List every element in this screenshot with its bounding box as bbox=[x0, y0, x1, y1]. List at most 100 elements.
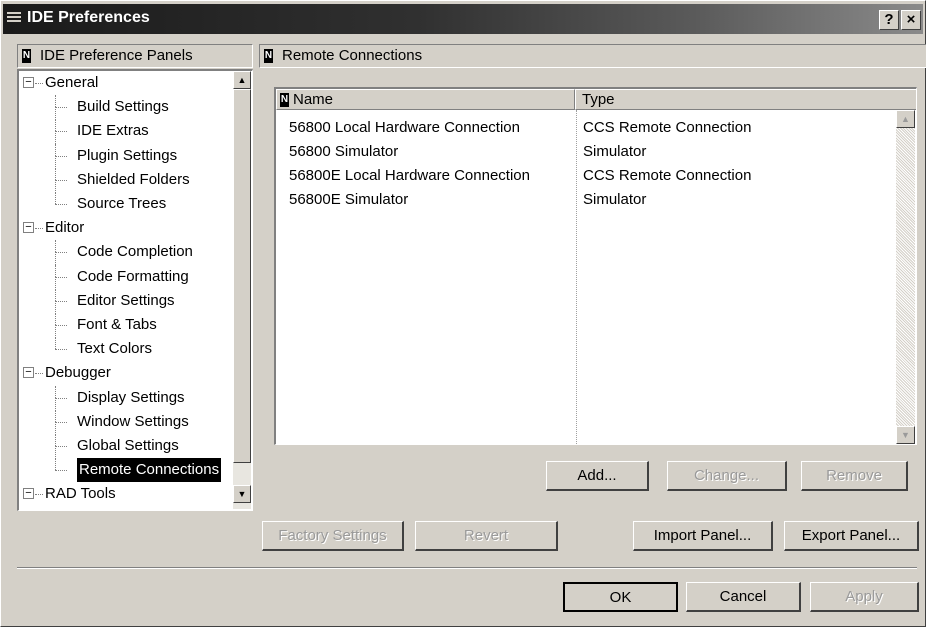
scroll-up-arrow-icon[interactable]: ▲ bbox=[233, 71, 251, 89]
tree-connector bbox=[55, 313, 56, 325]
tree-connector bbox=[55, 349, 67, 351]
preference-panels-header: N IDE Preference Panels bbox=[17, 44, 253, 68]
tree-item-label: Display Settings bbox=[77, 388, 185, 406]
tree-item-label: Font & Tabs bbox=[77, 316, 157, 333]
footer-divider bbox=[17, 567, 917, 569]
apply-button[interactable]: Apply bbox=[810, 582, 919, 612]
tree-connector bbox=[55, 119, 56, 132]
tree-item-code-completion[interactable]: Code Completion bbox=[19, 240, 249, 266]
remote-connections-list[interactable]: N Name Type 56800 Local Hardware Connect… bbox=[274, 87, 917, 445]
preference-panels-tree[interactable]: − RAD Tools Remote Connections Global Setti… bbox=[17, 69, 253, 511]
tree-item-label: General bbox=[45, 74, 99, 91]
tree-scroll-thumb[interactable] bbox=[233, 89, 251, 463]
tree-item-label: Window Settings bbox=[77, 412, 189, 430]
tree-item-label: Remote Connections bbox=[77, 458, 222, 483]
list-scrollbar[interactable]: ▲ ▼ bbox=[896, 110, 915, 444]
change-button[interactable]: Change... bbox=[667, 461, 787, 491]
tree-connector bbox=[55, 409, 56, 422]
cancel-button[interactable]: Cancel bbox=[686, 582, 801, 612]
revert-button[interactable]: Revert bbox=[415, 521, 558, 551]
tree-item-label: Editor Settings bbox=[77, 291, 175, 309]
collapse-toggle-icon[interactable]: − bbox=[23, 367, 34, 379]
tree-connector bbox=[55, 107, 67, 109]
tree-item-build-settings[interactable]: Build Settings bbox=[19, 95, 249, 121]
tree-connector bbox=[55, 421, 67, 423]
tree-item-label: Plugin Settings bbox=[77, 146, 178, 164]
tree-item-shielded-folders[interactable]: Shielded Folders bbox=[19, 167, 249, 193]
tree-connector bbox=[55, 288, 56, 301]
list-scroll-up-arrow-icon[interactable]: ▲ bbox=[896, 110, 915, 128]
tree-connector bbox=[55, 434, 56, 446]
tree-item-window-settings[interactable]: Window Settings bbox=[19, 409, 249, 435]
connection-name-cell[interactable]: 56800E Local Hardware Connection bbox=[289, 167, 530, 184]
tree-item-global-settings[interactable]: Global Settings bbox=[19, 434, 249, 459]
tree-connector bbox=[35, 228, 43, 230]
tree-item-label: RAD Tools bbox=[45, 485, 116, 503]
tree-item-label: Build Settings bbox=[77, 98, 169, 116]
tree-scrollbar[interactable]: ▲ ▼ bbox=[233, 71, 251, 509]
tree-connector bbox=[55, 325, 56, 338]
panel-marker-icon: N bbox=[264, 49, 273, 63]
tree-item-label: Code Completion bbox=[77, 243, 193, 261]
tree-connector bbox=[55, 179, 67, 181]
export-panel-button[interactable]: Export Panel... bbox=[784, 521, 919, 551]
tree-item-text-colors[interactable]: Text Colors bbox=[19, 337, 249, 361]
collapse-toggle-icon[interactable]: − bbox=[23, 488, 34, 500]
connection-name-cell[interactable]: 56800E Simulator bbox=[289, 191, 408, 208]
tree-connector bbox=[55, 300, 56, 314]
tree-connector bbox=[55, 446, 67, 447]
connection-type-cell[interactable]: Simulator bbox=[583, 143, 646, 160]
tree-connector bbox=[55, 325, 67, 326]
tree-connector bbox=[55, 167, 56, 180]
title-bar[interactable]: IDE Preferences ? × bbox=[3, 4, 923, 34]
import-panel-button[interactable]: Import Panel... bbox=[633, 521, 773, 551]
tree-connector bbox=[35, 373, 43, 375]
add-button[interactable]: Add... bbox=[546, 461, 649, 491]
tree-connector bbox=[55, 131, 56, 145]
tree-item-editor-settings[interactable]: Editor Settings bbox=[19, 288, 249, 314]
tree-connector bbox=[55, 95, 56, 108]
column-header-name-label: Name bbox=[293, 91, 334, 108]
tree-connector bbox=[55, 385, 56, 398]
list-scroll-down-arrow-icon[interactable]: ▼ bbox=[896, 426, 915, 444]
tree-connector bbox=[55, 252, 56, 266]
tree-item-remote-connections[interactable]: Remote Connections bbox=[19, 458, 249, 483]
window-title: IDE Preferences bbox=[27, 9, 150, 26]
column-header-type[interactable]: Type bbox=[575, 89, 916, 110]
tree-connector bbox=[55, 107, 56, 121]
tree-connector bbox=[55, 252, 67, 254]
connection-type-cell[interactable]: CCS Remote Connection bbox=[583, 167, 751, 184]
ok-button[interactable]: OK bbox=[563, 582, 678, 612]
tree-connector bbox=[35, 83, 43, 84]
column-header-name[interactable]: N Name bbox=[276, 89, 575, 110]
scroll-down-arrow-icon[interactable]: ▼ bbox=[233, 485, 251, 503]
tree-item-font-tabs[interactable]: Font & Tabs bbox=[19, 313, 249, 338]
tree-connector bbox=[55, 337, 56, 350]
tree-item-label: Text Colors bbox=[77, 340, 153, 358]
connection-name-cell[interactable]: 56800 Simulator bbox=[289, 143, 398, 160]
window-menu-icon[interactable] bbox=[7, 12, 21, 26]
tree-connector bbox=[55, 179, 56, 193]
tree-connector bbox=[55, 300, 67, 302]
tree-item-ide-extras[interactable]: IDE Extras bbox=[19, 119, 249, 145]
help-button[interactable]: ? bbox=[879, 10, 899, 30]
tree-item-plugin-settings[interactable]: Plugin Settings bbox=[19, 143, 249, 169]
tree-connector bbox=[35, 494, 43, 496]
collapse-toggle-icon[interactable]: − bbox=[23, 222, 34, 234]
factory-settings-button[interactable]: Factory Settings bbox=[262, 521, 404, 551]
tree-item-code-formatting[interactable]: Code Formatting bbox=[19, 264, 249, 290]
close-button[interactable]: × bbox=[901, 10, 921, 30]
tree-connector bbox=[55, 155, 56, 169]
connection-type-cell[interactable]: Simulator bbox=[583, 191, 646, 208]
remote-connections-header: N Remote Connections bbox=[259, 44, 926, 68]
tree-item-display-settings[interactable]: Display Settings bbox=[19, 385, 249, 411]
preference-panels-header-label: IDE Preference Panels bbox=[40, 47, 193, 64]
tree-item-source-trees[interactable]: Source Trees bbox=[19, 192, 249, 216]
remove-button[interactable]: Remove bbox=[801, 461, 908, 491]
tree-connector bbox=[55, 276, 67, 278]
tree-connector bbox=[55, 421, 56, 435]
connection-name-cell[interactable]: 56800 Local Hardware Connection bbox=[289, 119, 520, 136]
connection-type-cell[interactable]: CCS Remote Connection bbox=[583, 119, 751, 136]
tree-connector bbox=[55, 470, 67, 472]
collapse-toggle-icon[interactable]: − bbox=[23, 77, 34, 88]
